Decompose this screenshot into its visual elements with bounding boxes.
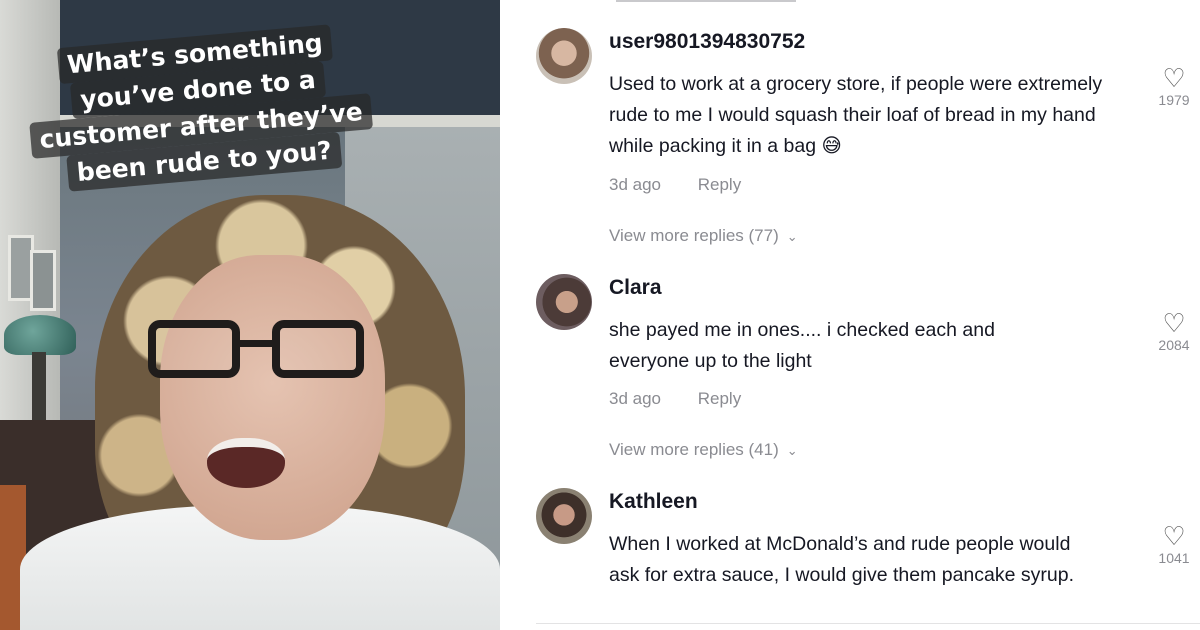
glasses-lens bbox=[148, 320, 240, 378]
avatar[interactable] bbox=[536, 28, 592, 84]
comment-username[interactable]: Clara bbox=[609, 276, 662, 300]
comment-username[interactable]: Kathleen bbox=[609, 490, 698, 514]
lamp-shade bbox=[4, 315, 76, 355]
heart-outline-icon: ♡ bbox=[1162, 521, 1186, 551]
person-face bbox=[160, 255, 385, 540]
comment-username[interactable]: user9801394830752 bbox=[609, 30, 805, 54]
avatar[interactable] bbox=[536, 488, 592, 544]
glasses-bridge bbox=[240, 340, 272, 347]
view-more-replies[interactable]: View more replies (77) ⌄ bbox=[609, 226, 798, 246]
comment-time: 3d ago bbox=[609, 389, 661, 408]
comment-text: she payed me in ones.... i checked each … bbox=[609, 319, 995, 372]
like-count: 1979 bbox=[1158, 92, 1190, 108]
view-more-replies-label: View more replies (77) bbox=[609, 226, 779, 245]
heart-outline-icon: ♡ bbox=[1162, 63, 1186, 93]
like-button[interactable]: ♡ 1041 bbox=[1144, 523, 1200, 566]
glasses-lens bbox=[272, 320, 364, 378]
view-more-replies[interactable]: View more replies (41) ⌄ bbox=[609, 440, 798, 460]
reply-button[interactable]: Reply bbox=[698, 389, 741, 408]
avatar[interactable] bbox=[536, 274, 592, 330]
lamp-base bbox=[32, 352, 46, 422]
divider bbox=[536, 623, 1200, 624]
comment-text: Used to work at a grocery store, if peop… bbox=[609, 73, 1103, 157]
heart-outline-icon: ♡ bbox=[1162, 308, 1186, 338]
person-mouth bbox=[207, 438, 285, 488]
video-caption: What’s something you’ve done to a custom… bbox=[14, 21, 385, 196]
like-button[interactable]: ♡ 2084 bbox=[1144, 310, 1200, 353]
chevron-down-icon: ⌄ bbox=[786, 443, 798, 458]
like-count: 1041 bbox=[1158, 550, 1190, 566]
comment-meta: 3d ago Reply bbox=[609, 389, 741, 409]
wall-picture bbox=[30, 250, 56, 311]
glasses bbox=[148, 320, 370, 382]
view-more-replies-label: View more replies (41) bbox=[609, 440, 779, 459]
comment-meta: 3d ago Reply bbox=[609, 175, 741, 195]
video-frame[interactable]: What’s something you’ve done to a custom… bbox=[0, 0, 500, 630]
reply-button[interactable]: Reply bbox=[698, 175, 741, 194]
comment-time: 3d ago bbox=[609, 175, 661, 194]
like-count: 2084 bbox=[1158, 337, 1190, 353]
comment-text: When I worked at McDonald’s and rude peo… bbox=[609, 533, 1074, 586]
chevron-down-icon: ⌄ bbox=[786, 229, 798, 244]
previous-replies-cutoff bbox=[616, 0, 796, 2]
like-button[interactable]: ♡ 1979 bbox=[1144, 65, 1200, 108]
comments-panel[interactable]: user9801394830752 Used to work at a groc… bbox=[500, 0, 1200, 630]
